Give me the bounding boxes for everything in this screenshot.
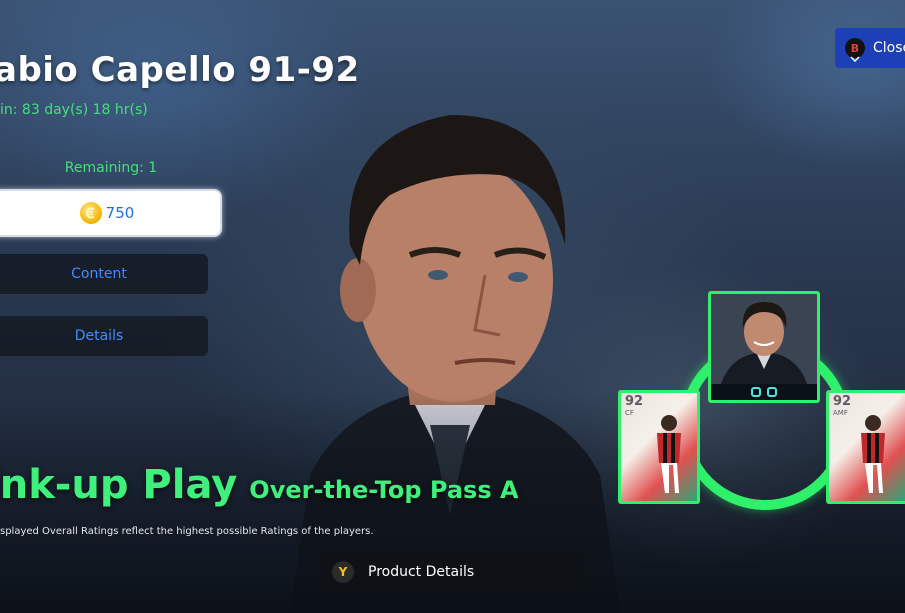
details-button[interactable]: Details [0,316,208,356]
product-details-label: Product Details [368,564,475,580]
b-button-icon: B [845,38,865,58]
remaining-count: Remaining: 1 [64,160,158,176]
ratings-disclaimer: splayed Overall Ratings reflect the high… [0,526,374,537]
player-card[interactable]: 92 AMF [826,390,905,504]
tactic-icon [751,387,761,397]
content-button[interactable]: Content [0,254,208,294]
close-button[interactable]: B Close [835,28,905,68]
price-value: 750 [105,204,135,222]
link-up-play-label: ink-up Play [0,462,238,508]
tactic-icon [767,387,777,397]
skill-name: Over-the-Top Pass A [249,476,519,504]
availability-timer: in: 83 day(s) 18 hr(s) [0,102,148,118]
chevron-down-icon [850,56,860,62]
manager-card[interactable] [708,291,820,403]
product-details-button[interactable]: Y Product Details [320,552,584,592]
manager-badge-strip [711,384,817,400]
skill-heading: ink-up Play Over-the-Top Pass A [0,462,519,508]
close-button-label: Close [873,40,905,56]
player-figure [657,415,681,493]
details-button-label: Details [74,328,124,344]
player-figure [861,415,885,493]
player-card[interactable]: 92 CF [618,390,700,504]
manager-card-portrait [711,294,817,384]
y-button-icon: Y [332,561,354,583]
purchase-button[interactable]: 750 [0,189,222,237]
coin-icon [79,202,102,224]
content-button-label: Content [71,266,127,282]
page-title: abio Capello 91-92 [0,50,360,90]
